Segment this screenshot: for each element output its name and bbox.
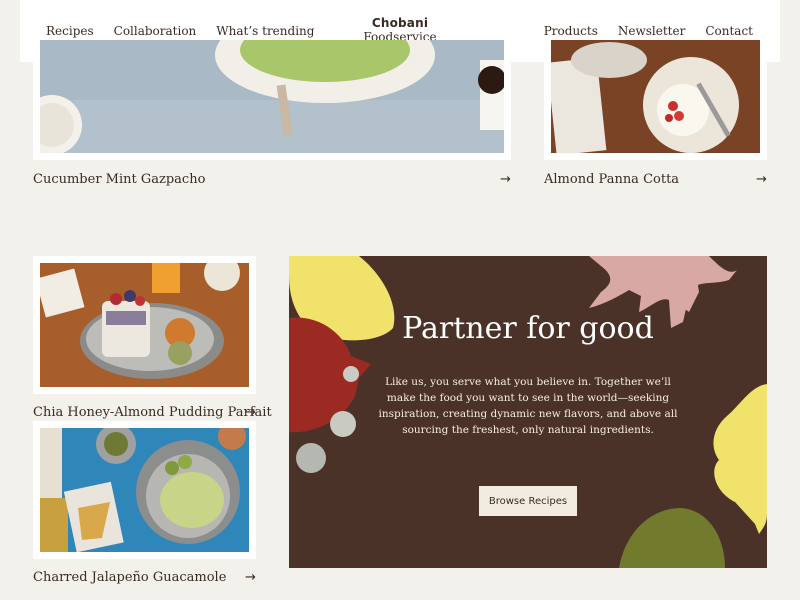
gazpacho-photo[interactable] <box>40 40 504 153</box>
browse-recipes-button[interactable]: Browse Recipes <box>479 486 577 516</box>
recipe-card-gazpacho[interactable] <box>33 40 511 160</box>
arrow-right-icon[interactable]: → <box>245 405 256 420</box>
recipe-title-guacamole[interactable]: Charred Jalapeño Guacamole <box>33 570 226 585</box>
recipe-card-panna-cotta[interactable] <box>544 40 767 160</box>
parfait-photo[interactable] <box>40 263 249 387</box>
recipe-card-parfait[interactable] <box>33 256 256 394</box>
arrow-right-icon[interactable]: → <box>756 172 767 187</box>
partner-title: Partner for good <box>402 311 654 346</box>
guacamole-photo[interactable] <box>40 428 249 552</box>
recipe-title-parfait[interactable]: Chia Honey-Almond Pudding Parfait <box>33 405 272 420</box>
arrow-right-icon[interactable]: → <box>245 570 256 585</box>
panna-cotta-photo[interactable] <box>551 40 760 153</box>
secondary-nav: Products Newsletter Contact <box>544 24 753 38</box>
recipe-title-gazpacho[interactable]: Cucumber Mint Gazpacho <box>33 172 205 187</box>
recipe-card-guacamole[interactable] <box>33 421 256 559</box>
partner-banner: Partner for good Like us, you serve what… <box>289 256 767 568</box>
recipe-title-panna-cotta[interactable]: Almond Panna Cotta <box>544 172 679 187</box>
partner-description: Like us, you serve what you believe in. … <box>378 376 678 436</box>
arrow-right-icon[interactable]: → <box>500 172 511 187</box>
nav-contact[interactable]: Contact <box>705 24 753 38</box>
nav-products[interactable]: Products <box>544 24 598 38</box>
nav-newsletter[interactable]: Newsletter <box>618 24 685 38</box>
